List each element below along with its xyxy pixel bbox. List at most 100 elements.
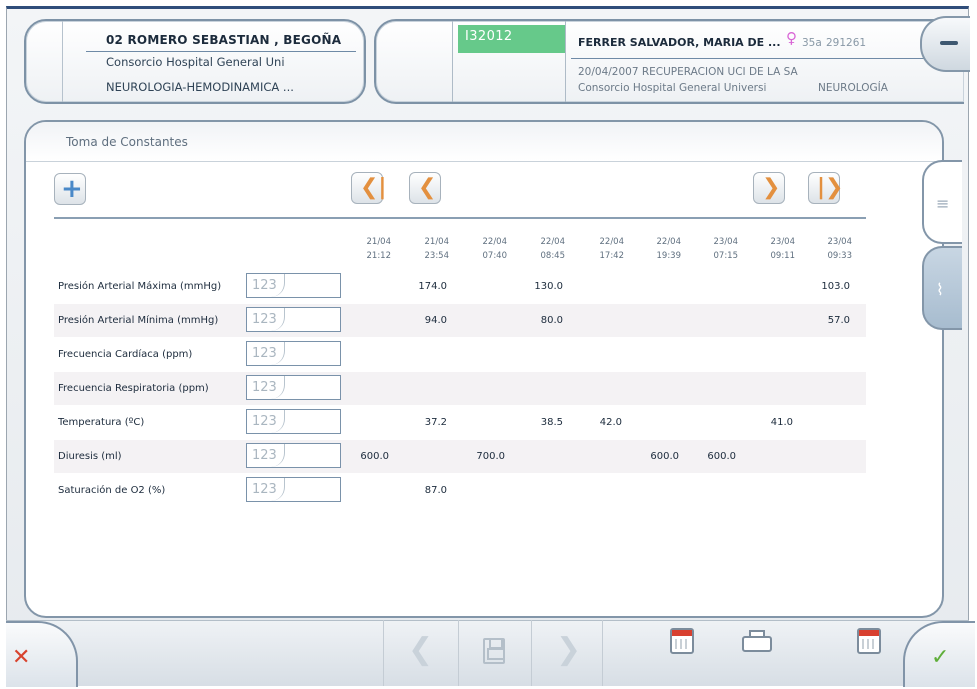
row-label: Diuresis (ml) — [58, 451, 122, 462]
row-label: Presión Arterial Máxima (mmHg) — [58, 281, 222, 292]
table-cell[interactable]: 57.0 — [808, 315, 850, 326]
first-page-icon: ❮| — [360, 175, 387, 200]
value-input[interactable]: 123 — [246, 375, 341, 400]
table-row: Frecuencia Respiratoria (ppm) 123 — [54, 372, 866, 405]
header-rule — [54, 217, 866, 219]
line-chart-icon: ⌇ — [936, 280, 944, 299]
table-cell[interactable]: 37.2 — [405, 417, 447, 428]
next-record-button[interactable]: ❯ — [531, 620, 603, 686]
print-button[interactable] — [740, 626, 776, 662]
table-cell[interactable]: 600.0 — [347, 451, 389, 462]
input-placeholder: 123 — [252, 482, 277, 497]
next-page-icon: ❯ — [762, 175, 781, 200]
close-icon: ✕ — [12, 645, 31, 670]
column-header: 22/04 17:42 — [599, 237, 625, 261]
input-placeholder: 123 — [252, 380, 277, 395]
history-number: 291261 — [826, 37, 867, 49]
table-cell[interactable]: 94.0 — [405, 315, 447, 326]
panel-title: Toma de Constantes — [66, 135, 188, 149]
column-header: 22/04 08:45 — [540, 237, 566, 261]
column-header: 23/04 09:33 — [827, 237, 853, 261]
save-button[interactable] — [458, 620, 530, 686]
episode-card[interactable]: I32012 FERRER SALVADOR, MARIA DE ... ♀ 3… — [374, 19, 964, 104]
calendar-view-button[interactable] — [851, 626, 887, 662]
input-placeholder: 123 — [252, 346, 277, 361]
row-label: Presión Arterial Mínima (mmHg) — [58, 315, 219, 326]
next-page-button[interactable]: ❯ — [753, 172, 785, 204]
value-input[interactable]: 123 — [246, 409, 341, 434]
last-page-icon: |❯ — [817, 175, 844, 200]
list-view-tab[interactable]: ≡ — [922, 160, 962, 244]
admission-info: 20/04/2007 RECUPERACION UCI DE LA SA — [578, 66, 798, 78]
table-cell[interactable]: 700.0 — [463, 451, 505, 462]
chart-view-tab[interactable]: ⌇ — [922, 246, 962, 330]
input-placeholder: 123 — [252, 414, 277, 429]
patient-name: 02 ROMERO SEBASTIAN , BEGOÑA — [106, 33, 342, 47]
row-label: Frecuencia Cardíaca (ppm) — [58, 349, 193, 360]
last-page-button[interactable]: |❯ — [808, 172, 844, 204]
table-row: Presión Arterial Máxima (mmHg) 123 174.0 13… — [54, 270, 866, 303]
table-row: Presión Arterial Mínima (mmHg) 123 94.0 80.… — [54, 304, 866, 337]
column-header: 22/04 19:39 — [656, 237, 682, 261]
next-icon: ❯ — [556, 632, 582, 667]
row-label: Saturación de O2 (%) — [58, 485, 166, 496]
card-rule — [86, 51, 356, 52]
minimize-button[interactable] — [920, 16, 970, 72]
row-label: Temperatura (ºC) — [58, 417, 145, 428]
input-placeholder: 123 — [252, 312, 277, 327]
table-row: Frecuencia Cardíaca (ppm) 123 — [54, 338, 866, 371]
input-placeholder: 123 — [252, 278, 277, 293]
table-row: Temperatura (ºC) 123 37.2 38.5 42.0 41.0 — [54, 406, 866, 439]
table-cell[interactable]: 80.0 — [521, 315, 563, 326]
table-cell[interactable]: 600.0 — [694, 451, 736, 462]
card-rule — [571, 58, 959, 59]
calendar-icon — [670, 628, 694, 654]
card-divider — [565, 21, 566, 102]
column-header: 21/04 21:12 — [366, 237, 392, 261]
previous-icon: ❮ — [408, 632, 434, 667]
add-record-button[interactable]: + — [54, 173, 86, 205]
table-cell[interactable]: 38.5 — [521, 417, 563, 428]
row-label: Frecuencia Respiratoria (ppm) — [58, 383, 209, 394]
column-header: 23/04 07:15 — [713, 237, 739, 261]
panel-header: Toma de Constantes — [26, 122, 942, 162]
check-icon: ✓ — [931, 645, 950, 670]
previous-record-button[interactable]: ❮ — [383, 620, 455, 686]
table-cell[interactable]: 600.0 — [637, 451, 679, 462]
value-input[interactable]: 123 — [246, 273, 341, 298]
episode-department: NEUROLOGÍA — [818, 82, 888, 94]
list-icon: ≡ — [936, 194, 950, 213]
calendar-icon — [857, 628, 881, 654]
calendar-button[interactable] — [664, 626, 700, 662]
column-header: 22/04 07:40 — [482, 237, 508, 261]
patient-card[interactable]: 02 ROMERO SEBASTIAN , BEGOÑA Consorcio H… — [24, 19, 366, 104]
patient-age: 35a — [802, 37, 822, 49]
column-header: 23/04 09:11 — [770, 237, 796, 261]
plus-icon: + — [61, 174, 83, 204]
table-cell[interactable]: 174.0 — [405, 281, 447, 292]
first-page-button[interactable]: ❮| — [351, 172, 387, 204]
column-header: 21/04 23:54 — [424, 237, 450, 261]
episode-hospital: Consorcio Hospital General Universi — [578, 82, 767, 94]
minus-icon — [940, 41, 958, 45]
table-cell[interactable]: 103.0 — [808, 281, 850, 292]
table-cell[interactable]: 87.0 — [405, 485, 447, 496]
previous-page-button[interactable]: ❮ — [409, 172, 441, 204]
table-cell[interactable]: 130.0 — [521, 281, 563, 292]
value-input[interactable]: 123 — [246, 341, 341, 366]
previous-page-icon: ❮ — [418, 175, 437, 200]
value-input[interactable]: 123 — [246, 443, 341, 468]
episode-patient-name: FERRER SALVADOR, MARIA DE ... — [578, 36, 781, 49]
printer-body — [742, 636, 772, 652]
episode-code: I32012 — [458, 25, 565, 53]
table-cell[interactable]: 42.0 — [580, 417, 622, 428]
table-cell[interactable]: 41.0 — [751, 417, 793, 428]
value-input[interactable]: 123 — [246, 477, 341, 502]
patient-service: NEUROLOGIA-HEMODINAMICA ... — [106, 80, 294, 94]
table-row: Diuresis (ml) 123 600.0 700.0 600.0 600.0 — [54, 440, 866, 473]
female-icon: ♀ — [786, 29, 797, 47]
card-divider — [62, 21, 63, 102]
value-input[interactable]: 123 — [246, 307, 341, 332]
table-row: Saturación de O2 (%) 123 87.0 — [54, 474, 866, 507]
save-icon — [483, 638, 505, 664]
